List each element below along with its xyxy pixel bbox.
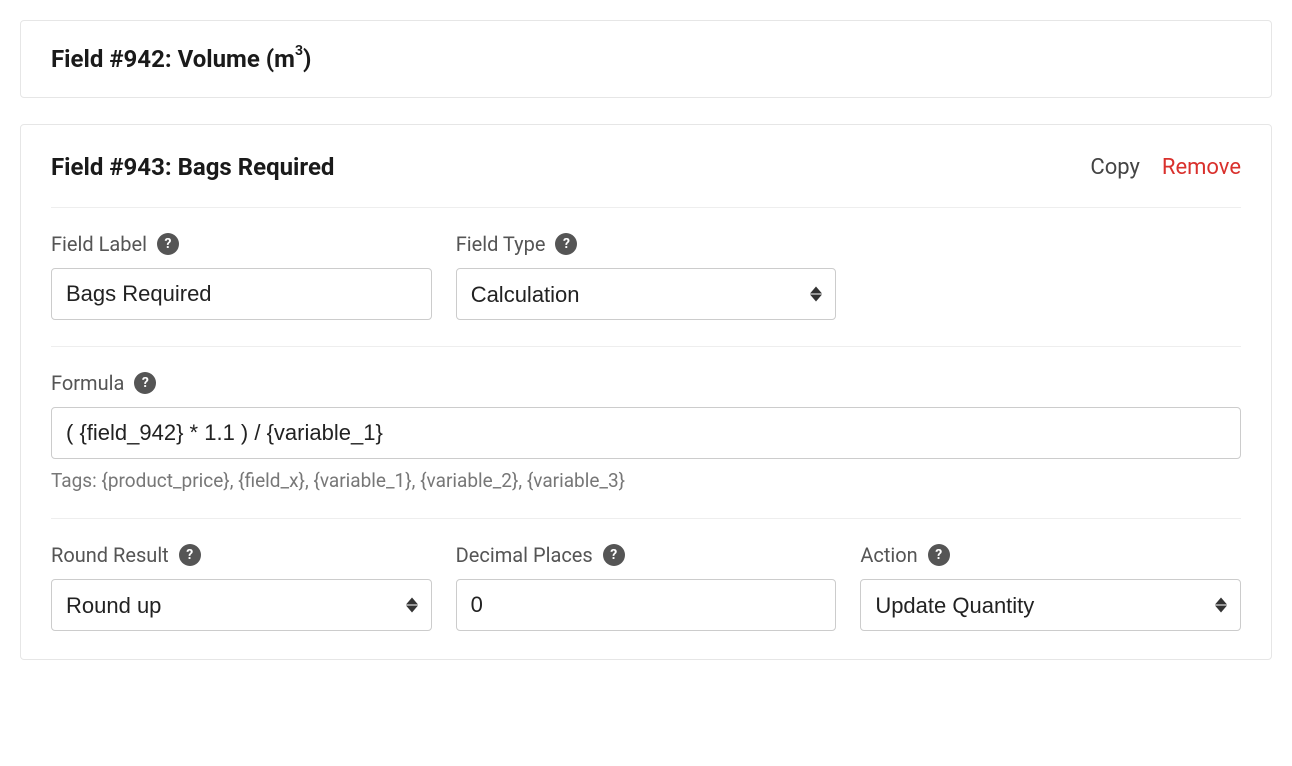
action-group: Action Update Quantity bbox=[860, 543, 1241, 631]
decimal-places-input[interactable] bbox=[456, 579, 837, 631]
help-icon[interactable] bbox=[157, 233, 179, 255]
field-943-title: Field #943: Bags Required bbox=[51, 153, 334, 181]
field-942-title-prefix: Field #942: Volume (m bbox=[51, 45, 295, 73]
formula-group: Formula Tags: {product_price}, {field_x}… bbox=[51, 371, 1241, 492]
field-type-group: Field Type Calculation bbox=[456, 232, 837, 320]
round-result-group: Round Result Round up bbox=[51, 543, 432, 631]
formula-label: Formula bbox=[51, 371, 124, 395]
field-type-label-row: Field Type bbox=[456, 232, 837, 256]
help-icon[interactable] bbox=[555, 233, 577, 255]
field-942-title-suffix: ) bbox=[303, 45, 311, 73]
action-select-wrap: Update Quantity bbox=[860, 579, 1241, 631]
field-type-select-wrap: Calculation bbox=[456, 268, 837, 320]
help-icon[interactable] bbox=[928, 544, 950, 566]
action-select[interactable]: Update Quantity bbox=[860, 579, 1241, 631]
field-type-label: Field Type bbox=[456, 232, 546, 256]
action-label-row: Action bbox=[860, 543, 1241, 567]
field-942-title-sup: 3 bbox=[295, 43, 303, 59]
divider bbox=[51, 207, 1241, 208]
remove-button[interactable]: Remove bbox=[1162, 155, 1241, 180]
row-label-type: Field Label Field Type Calculation bbox=[51, 232, 1241, 320]
field-label-group: Field Label bbox=[51, 232, 432, 320]
formula-label-row: Formula bbox=[51, 371, 1241, 395]
field-942-card[interactable]: Field #942: Volume (m3) bbox=[20, 20, 1272, 98]
field-type-select[interactable]: Calculation bbox=[456, 268, 837, 320]
action-label: Action bbox=[860, 543, 917, 567]
field-label-label: Field Label bbox=[51, 232, 147, 256]
field-943-actions: Copy Remove bbox=[1090, 155, 1241, 180]
field-label-input[interactable] bbox=[51, 268, 432, 320]
field-943-card: Field #943: Bags Required Copy Remove Fi… bbox=[20, 124, 1272, 660]
round-result-label: Round Result bbox=[51, 543, 169, 567]
round-result-select[interactable]: Round up bbox=[51, 579, 432, 631]
help-icon[interactable] bbox=[134, 372, 156, 394]
row-formula: Formula Tags: {product_price}, {field_x}… bbox=[51, 371, 1241, 492]
copy-button[interactable]: Copy bbox=[1090, 155, 1140, 180]
field-label-label-row: Field Label bbox=[51, 232, 432, 256]
formula-input[interactable] bbox=[51, 407, 1241, 459]
formula-hint: Tags: {product_price}, {field_x}, {varia… bbox=[51, 469, 1241, 492]
help-icon[interactable] bbox=[603, 544, 625, 566]
field-942-title: Field #942: Volume (m3) bbox=[51, 45, 1241, 73]
round-result-label-row: Round Result bbox=[51, 543, 432, 567]
field-943-header: Field #943: Bags Required Copy Remove bbox=[51, 153, 1241, 181]
help-icon[interactable] bbox=[179, 544, 201, 566]
round-result-select-wrap: Round up bbox=[51, 579, 432, 631]
decimal-places-group: Decimal Places bbox=[456, 543, 837, 631]
decimal-places-label-row: Decimal Places bbox=[456, 543, 837, 567]
decimal-places-label: Decimal Places bbox=[456, 543, 593, 567]
divider bbox=[51, 346, 1241, 347]
divider bbox=[51, 518, 1241, 519]
row-round-decimal-action: Round Result Round up Decimal Places Act… bbox=[51, 543, 1241, 631]
